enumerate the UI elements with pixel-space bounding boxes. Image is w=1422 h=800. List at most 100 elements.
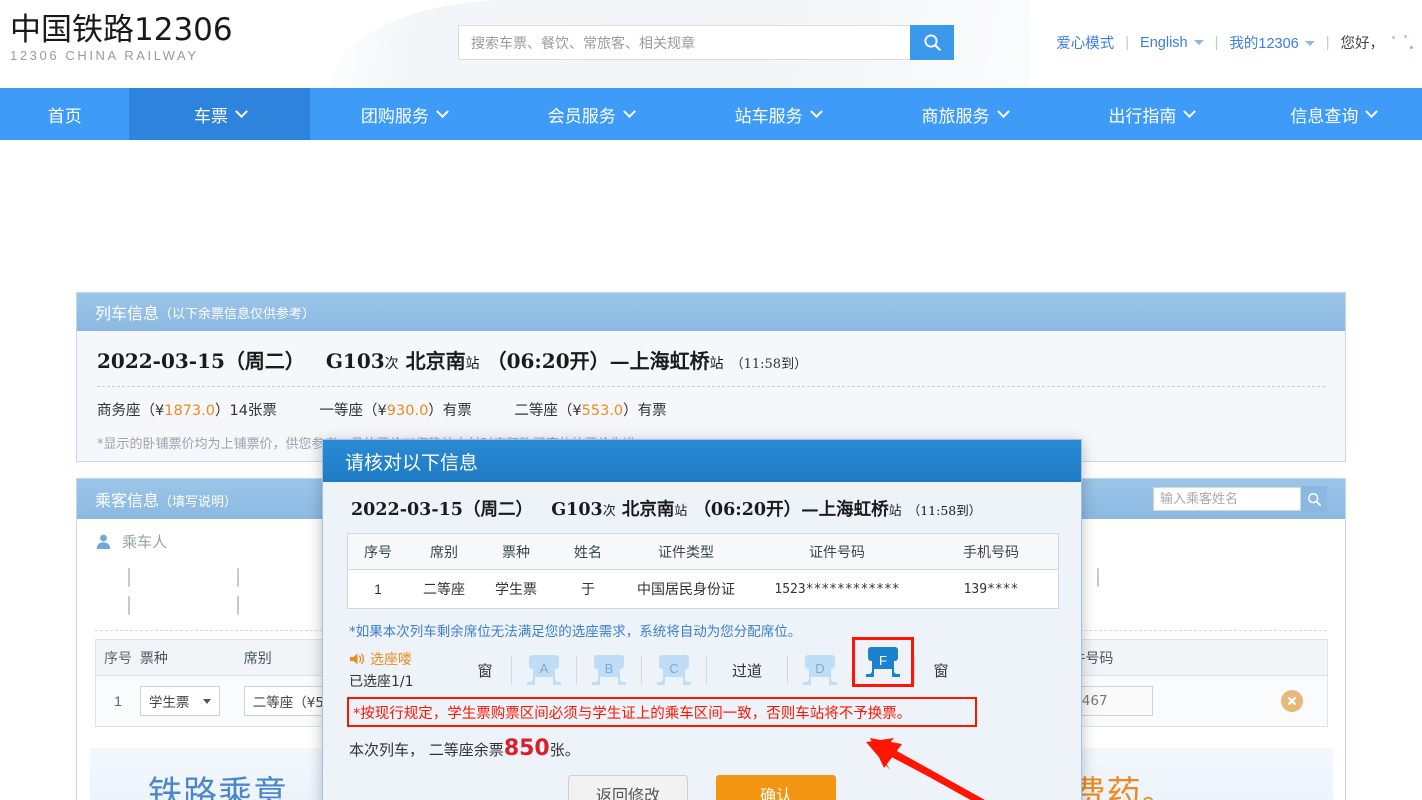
seat-button-A[interactable]: A	[518, 650, 570, 690]
passenger-checkbox[interactable]	[237, 568, 239, 587]
passenger-header-titles: 乘客信息（填写说明）	[95, 487, 237, 511]
route-dash: —	[609, 349, 630, 373]
chevron-down-icon	[202, 698, 211, 704]
seat-availability-first: 一等座（¥930.0）有票	[320, 403, 477, 419]
confirm-button[interactable]: 确认	[716, 775, 836, 800]
user-greeting: 您好，	[1340, 36, 1385, 52]
user-name-redacted	[1388, 33, 1416, 53]
seat-allocation-note: *如果本次列车剩余席位无法满足您的选座需求，系统将自动为您分配席位。	[349, 624, 802, 640]
nav-item-info-query[interactable]: 信息查询	[1245, 88, 1422, 140]
column-header-id-no: 证件号码	[809, 544, 865, 561]
passenger-search-input[interactable]	[1153, 487, 1301, 511]
nav-item-member-service[interactable]: 会员服务	[497, 88, 684, 140]
seat-selected-count: 已选座1/1	[349, 674, 414, 690]
passenger-section-text: 乘车人	[122, 534, 168, 551]
seat-icon: C	[657, 655, 691, 685]
back-to-edit-button[interactable]: 返回修改	[568, 775, 688, 800]
seat-button-B[interactable]: B	[583, 650, 635, 690]
nav-label: 站车服务	[734, 106, 803, 127]
header-separator-1: |	[1125, 34, 1130, 51]
row-index: 1	[374, 581, 382, 597]
seat-button-C[interactable]: C	[648, 650, 700, 690]
row-id-number: 1523************	[774, 581, 900, 597]
column-header-id-type: 证件类型	[658, 544, 714, 561]
student-ticket-warning: *按现行规定，学生票购票区间必须与学生证上的乘车区间一致，否则车站将不予换票。	[347, 697, 977, 727]
checkbox-cell	[95, 568, 237, 587]
speaker-icon	[350, 653, 365, 665]
column-header-seat-class: 席别	[430, 544, 458, 561]
dialog-table-header: 序号 席别 票种 姓名 证件类型 证件号码 手机号码	[348, 534, 1058, 570]
passenger-checkbox[interactable]	[128, 568, 130, 587]
search-button[interactable]	[910, 25, 954, 60]
language-label: English	[1140, 34, 1188, 51]
language-switch[interactable]: English	[1140, 35, 1204, 51]
page-content: 列车信息 （以下余票信息仅供参考） 2022-03-15（周二） G103次 北…	[0, 140, 1422, 800]
seat-selection-row: 选座喽 已选座1/1 窗 A B C 过道 D F 窗	[347, 637, 1057, 693]
user-icon	[96, 534, 111, 549]
svg-text:C: C	[669, 661, 678, 676]
passenger-checkbox[interactable]	[237, 596, 239, 615]
dialog-to-station: 上海虹桥	[818, 500, 889, 520]
care-mode-link[interactable]: 爱心模式	[1056, 32, 1114, 53]
dialog-body: 2022-03-15（周二） G103次 北京南站 （06:20开）—上海虹桥站…	[323, 482, 1081, 800]
chevron-down-icon	[235, 104, 248, 118]
nav-item-group-service[interactable]: 团购服务	[310, 88, 497, 140]
nav-item-travel-guide[interactable]: 出行指南	[1058, 88, 1245, 140]
arrive-time: （11:58到）	[730, 357, 808, 372]
seat-button-D[interactable]: D	[794, 650, 846, 690]
logo-title-cn: 中国铁路12306	[10, 12, 233, 48]
search-input[interactable]	[458, 25, 910, 60]
seat-availability-row: 商务座（¥1873.0）14张票 一等座（¥930.0）有票 二等座（¥553.…	[97, 387, 1325, 420]
seat-count: ）有票	[428, 403, 472, 419]
remaining-tickets: 本次列车， 二等座余票850张。	[347, 736, 1057, 761]
remaining-seat-class: 二等座余票	[428, 741, 504, 759]
seat-icon: D	[803, 655, 837, 685]
svg-text:D: D	[815, 661, 824, 676]
to-station-suffix: 站	[709, 356, 724, 372]
seat-name: 一等座（¥	[319, 403, 387, 419]
seat-icon: F	[866, 647, 900, 677]
nav-item-station-service[interactable]: 站车服务	[684, 88, 871, 140]
remaining-count: 850	[503, 736, 550, 761]
nav-item-business-travel[interactable]: 商旅服务	[871, 88, 1058, 140]
dialog-train-summary: 2022-03-15（周二） G103次 北京南站 （06:20开）—上海虹桥站…	[347, 496, 1057, 521]
nav-item-tickets[interactable]: 车票	[129, 88, 311, 140]
passenger-search	[1153, 486, 1327, 512]
delete-passenger-button[interactable]	[1281, 690, 1304, 712]
seat-button-F[interactable]: F	[857, 642, 909, 682]
checkbox-cell	[1097, 568, 1099, 587]
column-header-index: 序号	[103, 650, 132, 667]
dialog-title: 请核对以下信息	[345, 451, 479, 474]
dialog-passenger-table: 序号 席别 票种 姓名 证件类型 证件号码 手机号码 1 二等座 学生票 于 中…	[347, 533, 1059, 609]
row-phone: 139****	[963, 581, 1019, 597]
from-station-suffix: 站	[465, 356, 480, 372]
ticket-type-select[interactable]: 学生票	[139, 686, 220, 716]
dialog-train-number-suffix: 次	[602, 504, 616, 519]
ticket-type-cell: 学生票	[139, 686, 244, 716]
passenger-checkbox[interactable]	[128, 596, 130, 615]
student-ticket-warning-text: *按现行规定，学生票购票区间必须与学生证上的乘车区间一致，否则车站将不予换票。	[353, 705, 912, 722]
svg-text:A: A	[540, 661, 549, 676]
chevron-down-icon	[1304, 41, 1315, 46]
my12306-link[interactable]: 我的12306	[1229, 32, 1315, 53]
dialog-from-suffix: 站	[674, 504, 688, 519]
seat-icon: A	[527, 655, 561, 685]
site-logo[interactable]: 中国铁路12306 12306 CHINA RAILWAY	[10, 12, 233, 64]
header-separator-2: |	[1214, 34, 1219, 51]
checkbox-cell	[95, 596, 237, 615]
nav-label: 会员服务	[547, 106, 616, 127]
banner-text-left: 铁路乘意	[148, 774, 288, 800]
chevron-down-icon	[622, 104, 636, 118]
passenger-checkbox[interactable]	[1097, 568, 1099, 587]
svg-text:B: B	[605, 661, 614, 676]
row-name: 于	[581, 581, 595, 597]
header-separator-3: |	[1325, 34, 1330, 51]
train-info-panel: 列车信息 （以下余票信息仅供参考） 2022-03-15（周二） G103次 北…	[76, 292, 1346, 462]
passenger-search-button[interactable]	[1301, 486, 1327, 512]
divider	[576, 656, 577, 684]
window-label-right: 窗	[933, 661, 949, 680]
nav-label: 车票	[193, 106, 228, 127]
header-links: 爱心模式 | English | 我的12306 | 您好，	[1056, 32, 1416, 53]
nav-item-home[interactable]: 首页	[0, 88, 129, 140]
column-header-id-no: 证件号码	[1057, 650, 1114, 667]
